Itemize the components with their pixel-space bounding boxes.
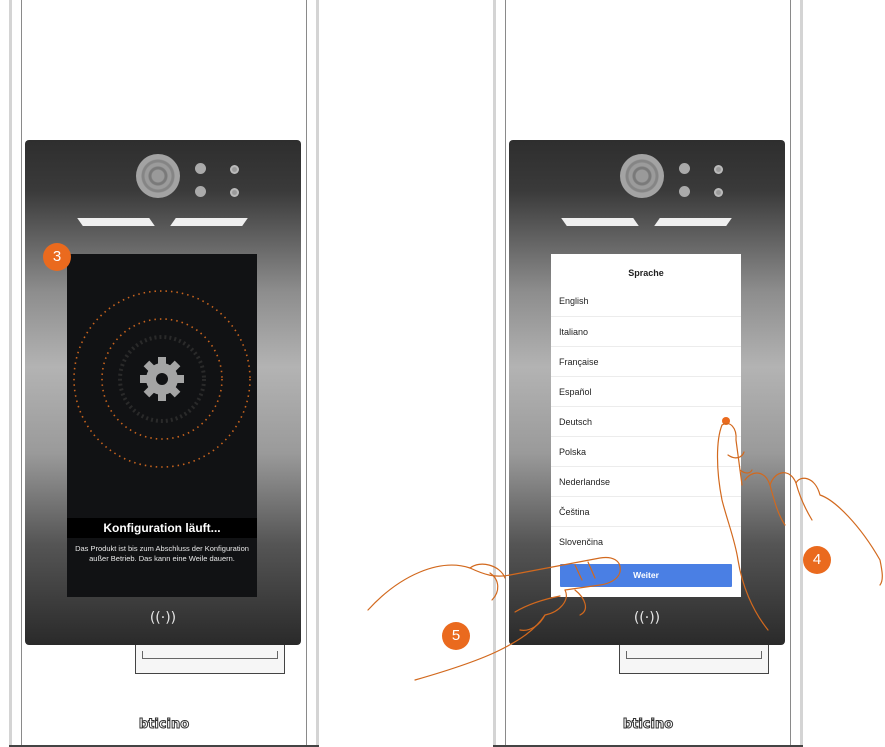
step-badge-5: 5 bbox=[442, 622, 470, 650]
step-badge-4: 4 bbox=[803, 546, 831, 574]
step-badge-3: 3 bbox=[43, 243, 71, 271]
